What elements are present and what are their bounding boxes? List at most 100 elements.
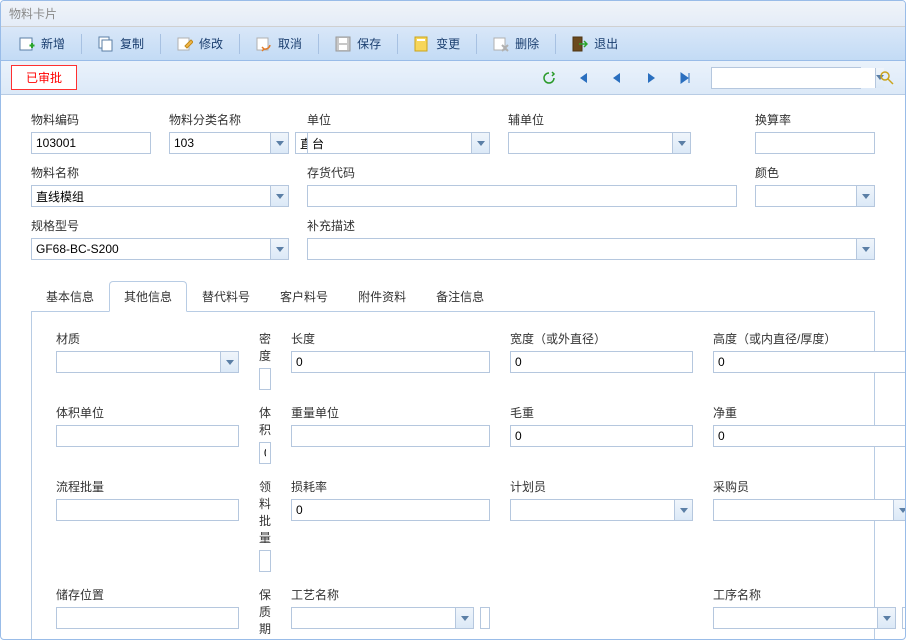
material-combo[interactable] <box>56 351 239 373</box>
color-field: 颜色 <box>755 164 875 207</box>
dropdown-icon[interactable] <box>877 608 895 628</box>
density-field: 密度 <box>259 330 271 390</box>
first-icon[interactable] <box>575 70 591 86</box>
refresh-icon[interactable] <box>541 70 557 86</box>
save-button[interactable]: 保存 <box>325 31 391 56</box>
color-combo[interactable] <box>755 185 875 207</box>
craft-field: 工艺名称 <box>291 586 490 639</box>
dropdown-icon[interactable] <box>672 133 690 153</box>
category-field: 物料分类名称 <box>169 111 289 154</box>
unit-label: 单位 <box>307 111 490 128</box>
length-input[interactable] <box>291 351 490 373</box>
procbatch-input[interactable] <box>56 499 239 521</box>
material-code-label: 物料编码 <box>31 111 151 128</box>
other-grid: 材质 密度 长度 宽度（或外直径） <box>56 330 850 639</box>
color-input[interactable] <box>756 186 856 206</box>
convert-label: 换算率 <box>755 111 875 128</box>
category-code-input[interactable] <box>170 133 270 153</box>
gross-label: 毛重 <box>510 404 693 421</box>
density-input[interactable] <box>259 368 271 390</box>
dropdown-icon[interactable] <box>220 352 238 372</box>
material-code-input[interactable] <box>31 132 151 154</box>
gross-input[interactable] <box>510 425 693 447</box>
desc-input[interactable] <box>308 239 856 259</box>
planner-input[interactable] <box>511 500 674 520</box>
search-input[interactable] <box>712 68 875 88</box>
change-button[interactable]: 变更 <box>404 31 470 56</box>
prev-icon[interactable] <box>609 70 625 86</box>
buyer-input[interactable] <box>714 500 893 520</box>
tab-remark[interactable]: 备注信息 <box>421 281 499 312</box>
window-title: 物料卡片 <box>1 1 905 27</box>
tab-basic[interactable]: 基本信息 <box>31 281 109 312</box>
next-icon[interactable] <box>643 70 659 86</box>
buyer-field: 采购员 <box>713 478 905 572</box>
unit-combo[interactable] <box>307 132 490 154</box>
tab-alt[interactable]: 替代料号 <box>187 281 265 312</box>
pickbatch-input[interactable] <box>259 550 271 572</box>
exit-button[interactable]: 退出 <box>562 31 628 56</box>
storage-input[interactable] <box>56 607 239 629</box>
unit-field: 单位 <box>307 111 490 154</box>
spec-combo[interactable] <box>31 238 289 260</box>
storage-label: 储存位置 <box>56 586 239 603</box>
process-combo[interactable] <box>713 607 896 629</box>
tab-attach[interactable]: 附件资料 <box>343 281 421 312</box>
aux-unit-input[interactable] <box>509 133 672 153</box>
spec-input[interactable] <box>32 239 270 259</box>
stock-code-label: 存货代码 <box>307 164 737 181</box>
category-label: 物料分类名称 <box>169 111 289 128</box>
delete-button[interactable]: 删除 <box>483 31 549 56</box>
category-code-combo[interactable] <box>169 132 289 154</box>
net-input[interactable] <box>713 425 905 447</box>
edit-button[interactable]: 修改 <box>167 31 233 56</box>
copy-button[interactable]: 复制 <box>88 31 154 56</box>
loss-input[interactable] <box>291 499 490 521</box>
add-button[interactable]: 新增 <box>9 31 75 56</box>
search-icon[interactable] <box>879 70 895 86</box>
search-combo[interactable] <box>711 67 861 89</box>
dropdown-icon[interactable] <box>856 186 874 206</box>
buyer-combo[interactable] <box>713 499 905 521</box>
volunit-input[interactable] <box>56 425 239 447</box>
planner-combo[interactable] <box>510 499 693 521</box>
dropdown-icon[interactable] <box>270 186 288 206</box>
volume-input[interactable] <box>259 442 271 464</box>
height-input[interactable] <box>713 351 905 373</box>
tab-other[interactable]: 其他信息 <box>109 281 187 312</box>
craft-combo[interactable] <box>291 607 474 629</box>
dropdown-icon[interactable] <box>674 500 692 520</box>
copy-label: 复制 <box>120 35 144 52</box>
buyer-label: 采购员 <box>713 478 905 495</box>
dropdown-icon[interactable] <box>856 239 874 259</box>
material-input[interactable] <box>57 352 220 372</box>
process-sel-input[interactable] <box>714 608 877 628</box>
last-icon[interactable] <box>677 70 693 86</box>
window: 物料卡片 新增 复制 修改 取消 保存 变更 <box>0 0 906 640</box>
material-name-combo[interactable] <box>31 185 289 207</box>
process-text-input[interactable] <box>902 607 905 629</box>
craft-text-input[interactable] <box>480 607 490 629</box>
tab-cust[interactable]: 客户料号 <box>265 281 343 312</box>
stock-code-input[interactable] <box>307 185 737 207</box>
dropdown-icon[interactable] <box>455 608 473 628</box>
spacer2 <box>510 586 693 639</box>
toolbar: 新增 复制 修改 取消 保存 变更 删除 <box>1 27 905 61</box>
material-code-field: 物料编码 <box>31 111 151 154</box>
aux-unit-combo[interactable] <box>508 132 691 154</box>
craft-sel-input[interactable] <box>292 608 455 628</box>
desc-field: 补充描述 <box>307 217 875 260</box>
dropdown-icon[interactable] <box>270 239 288 259</box>
cancel-button[interactable]: 取消 <box>246 31 312 56</box>
change-icon <box>414 36 430 52</box>
dropdown-icon[interactable] <box>270 133 288 153</box>
width-field: 宽度（或外直径） <box>510 330 693 390</box>
wunit-input[interactable] <box>291 425 490 447</box>
dropdown-icon[interactable] <box>471 133 489 153</box>
dropdown-icon[interactable] <box>893 500 905 520</box>
convert-input[interactable] <box>755 132 875 154</box>
unit-input[interactable] <box>308 133 471 153</box>
width-input[interactable] <box>510 351 693 373</box>
material-name-input[interactable] <box>32 186 270 206</box>
desc-combo[interactable] <box>307 238 875 260</box>
